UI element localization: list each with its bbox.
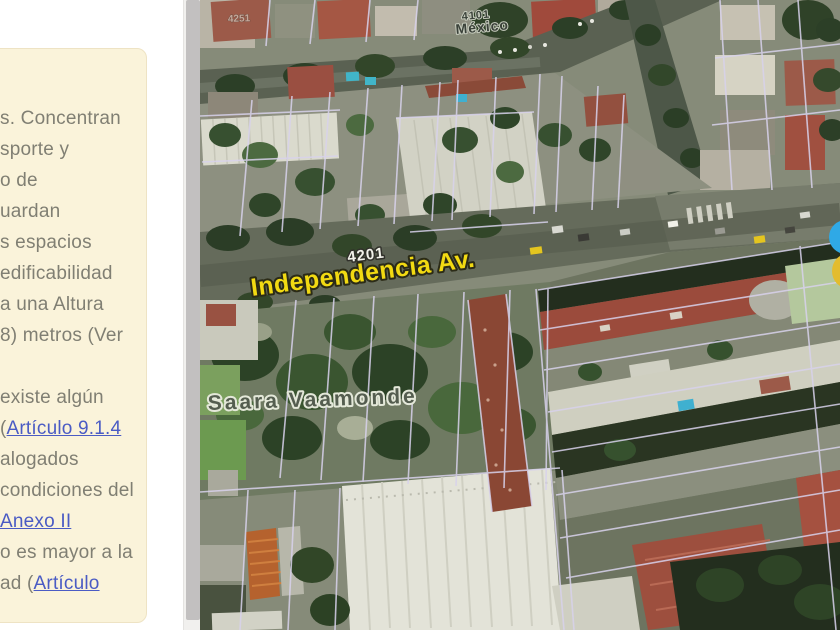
panel-text-line: uardan <box>0 196 146 227</box>
article-link[interactable]: Artículo <box>34 573 100 594</box>
panel-text-fragment: s espacios <box>0 232 92 253</box>
panel-text-fragment: existe algún <box>0 387 104 408</box>
panel-text-line: (Artículo 9.1.4 <box>0 413 146 444</box>
panel-text-line: alogados <box>0 444 146 475</box>
regulation-text: s. Concentran sporte y o de uardan s espacio… <box>0 103 146 599</box>
panel-text-line: condiciones del <box>0 475 146 506</box>
panel-text-line: o de <box>0 165 146 196</box>
panel-text-line: a una Altura <box>0 289 146 320</box>
panel-text-line <box>0 351 146 382</box>
panel-text-line: existe algún <box>0 382 146 413</box>
panel-text-fragment: o de <box>0 170 38 191</box>
address-label-top-left: 4251 <box>228 13 251 25</box>
panel-text-fragment: o es mayor a la <box>0 542 133 563</box>
page: s. Concentran sporte y o de uardan s espacio… <box>0 0 840 630</box>
panel-text-fragment: 8) metros (Ver <box>0 325 123 346</box>
scrollbar-thumb[interactable] <box>186 0 200 620</box>
panel-text-fragment: ad ( <box>0 573 34 594</box>
panel-text-fragment: sporte y <box>0 139 69 160</box>
article-link[interactable]: Anexo II <box>0 511 71 532</box>
panel-text-line: edificabilidad <box>0 258 146 289</box>
regulation-text-card: s. Concentran sporte y o de uardan s espacio… <box>0 48 147 623</box>
panel-text-fragment: alogados <box>0 449 79 470</box>
panel-text-fragment: s. Concentran <box>0 108 121 129</box>
scrollbar-track[interactable] <box>183 0 200 630</box>
article-link[interactable]: Artículo 9.1.4 <box>7 418 122 439</box>
panel-text-line: sporte y <box>0 134 146 165</box>
map-canvas[interactable]: 4251 4101 México 4201 Independencia Av. … <box>200 0 840 630</box>
panel-text-line: 8) metros (Ver <box>0 320 146 351</box>
left-panel: s. Concentran sporte y o de uardan s espacio… <box>0 0 183 630</box>
panel-text-line: ad (Artículo <box>0 568 146 599</box>
panel-text-fragment: uardan <box>0 201 60 222</box>
panel-text-line: s. Concentran <box>0 103 146 134</box>
panel-text-fragment: a una Altura <box>0 294 104 315</box>
panel-text-fragment: condiciones del <box>0 480 134 501</box>
panel-text-line: Anexo II <box>0 506 146 537</box>
panel-text-line: o es mayor a la <box>0 537 146 568</box>
aerial-map-view[interactable]: 4251 4101 México 4201 Independencia Av. … <box>200 0 840 630</box>
panel-text-line: s espacios <box>0 227 146 258</box>
panel-text-fragment: edificabilidad <box>0 263 113 284</box>
